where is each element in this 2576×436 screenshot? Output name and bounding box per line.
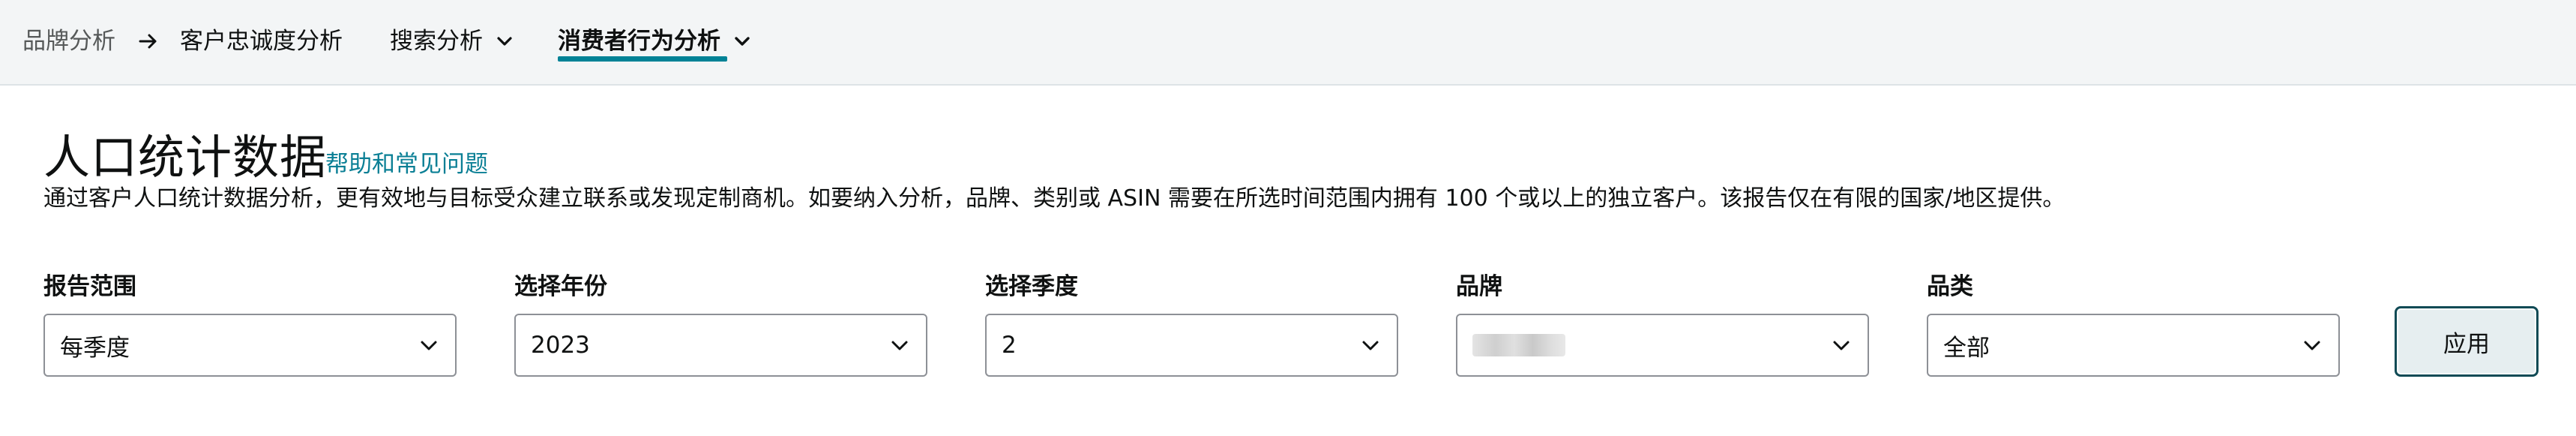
report-range-select[interactable]: 每季度 bbox=[43, 314, 457, 377]
year-select[interactable]: 2023 bbox=[514, 314, 927, 377]
arrow-right-icon bbox=[138, 23, 159, 60]
brand-select[interactable] bbox=[1456, 314, 1869, 377]
nav-search-analytics-menu[interactable]: 搜索分析 bbox=[390, 23, 514, 60]
quarter-value: 2 bbox=[1002, 332, 1017, 359]
nav-customer-loyalty[interactable]: 客户忠诚度分析 bbox=[180, 23, 343, 60]
chevron-down-icon bbox=[1362, 341, 1379, 350]
chevron-down-icon bbox=[1833, 341, 1850, 350]
quarter-select[interactable]: 2 bbox=[985, 314, 1398, 377]
breadcrumb-brand-analytics[interactable]: 品牌分析 bbox=[22, 23, 115, 60]
category-value: 全部 bbox=[1943, 334, 1990, 362]
quarter-label: 选择季度 bbox=[985, 273, 1078, 300]
chevron-down-icon bbox=[2304, 341, 2320, 350]
year-value: 2023 bbox=[531, 332, 590, 359]
brand-value-redacted bbox=[1472, 334, 1565, 356]
chevron-down-icon bbox=[735, 37, 750, 46]
nav-consumer-behavior-menu[interactable]: 消费者行为分析 bbox=[558, 23, 752, 60]
brand-label: 品牌 bbox=[1456, 273, 1502, 300]
year-label: 选择年份 bbox=[514, 273, 607, 300]
page-title: 人口统计数据 bbox=[43, 130, 328, 185]
chevron-down-icon bbox=[891, 341, 908, 350]
report-range-value: 每季度 bbox=[60, 334, 130, 362]
category-label: 品类 bbox=[1927, 273, 1973, 300]
category-select[interactable]: 全部 bbox=[1927, 314, 2340, 377]
help-faq-link[interactable]: 帮助和常见问题 bbox=[325, 146, 488, 183]
chevron-down-icon bbox=[497, 37, 512, 46]
chevron-down-icon bbox=[421, 341, 437, 350]
apply-button[interactable]: 应用 bbox=[2395, 306, 2539, 377]
page-description: 通过客户人口统计数据分析，更有效地与目标受众建立联系或发现定制商机。如要纳入分析… bbox=[43, 185, 2065, 212]
top-nav-bar: 品牌分析 客户忠诚度分析 搜索分析 消费者行为分析 bbox=[0, 0, 2576, 86]
nav-search-analytics-label: 搜索分析 bbox=[390, 28, 483, 55]
report-range-label: 报告范围 bbox=[43, 273, 136, 300]
active-tab-indicator bbox=[558, 56, 727, 62]
nav-consumer-behavior-label: 消费者行为分析 bbox=[558, 28, 720, 55]
